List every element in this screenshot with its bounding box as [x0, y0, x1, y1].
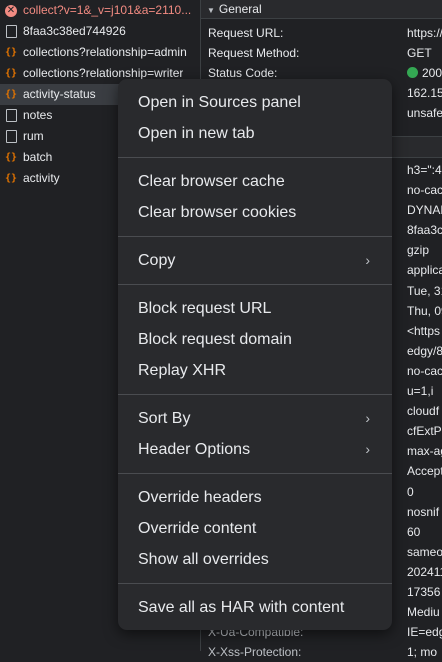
xhr-icon: {}	[4, 68, 18, 79]
expand-triangle-icon[interactable]: ▼	[207, 6, 215, 15]
menu-item-sort-by[interactable]: Sort By ›	[118, 403, 392, 434]
chevron-right-icon: ›	[365, 252, 370, 268]
menu-separator	[118, 473, 392, 474]
menu-item-clear-browser-cache[interactable]: Clear browser cache	[118, 166, 392, 197]
menu-item-replay-xhr[interactable]: Replay XHR	[118, 355, 392, 386]
menu-item-label: Show all overrides	[138, 551, 269, 568]
header-value: Mediu	[407, 605, 440, 620]
header-value: sameo	[407, 544, 442, 559]
menu-item-open-in-new-tab[interactable]: Open in new tab	[118, 118, 392, 149]
xhr-icon: {}	[4, 152, 18, 163]
menu-item-label: Override content	[138, 520, 257, 537]
menu-item-label: Block request domain	[138, 331, 292, 348]
chevron-right-icon: ›	[365, 441, 370, 457]
header-value: Thu, 09	[407, 303, 442, 318]
menu-separator	[118, 236, 392, 237]
header-value: 202411	[407, 564, 442, 579]
general-value: 200	[407, 63, 442, 83]
status-code-value: 200	[422, 66, 442, 80]
general-value: GET	[407, 46, 432, 60]
header-value: gzip	[407, 243, 430, 258]
request-name: batch	[23, 150, 53, 164]
general-row: Request Method: GET	[201, 43, 442, 63]
request-name: activity	[23, 171, 60, 185]
request-row[interactable]: ✕ collect?v=1&_v=j101&a=2110...	[0, 0, 200, 21]
request-name: notes	[23, 108, 53, 122]
header-value: DYNAM	[407, 203, 442, 218]
menu-item-show-all-overrides[interactable]: Show all overrides	[118, 544, 392, 575]
menu-item-clear-browser-cookies[interactable]: Clear browser cookies	[118, 197, 392, 228]
menu-item-header-options[interactable]: Header Options ›	[118, 434, 392, 465]
menu-item-label: Copy	[138, 252, 176, 269]
header-value: edgy/8	[407, 343, 442, 358]
menu-item-label: Clear browser cache	[138, 173, 285, 190]
general-value: 162.15	[407, 86, 442, 100]
menu-item-label: Open in Sources panel	[138, 94, 301, 111]
general-row: Request URL: https://	[201, 23, 442, 43]
request-name: rum	[23, 129, 44, 143]
error-icon: ✕	[5, 4, 17, 17]
general-value: unsafe	[407, 106, 442, 120]
document-icon	[4, 130, 18, 144]
xhr-icon: {}	[4, 47, 18, 58]
header-value: cloudf	[407, 404, 440, 419]
menu-item-override-headers[interactable]: Override headers	[118, 482, 392, 513]
menu-separator	[118, 157, 392, 158]
menu-item-label: Sort By	[138, 410, 191, 427]
general-key: Request Method:	[208, 46, 300, 60]
menu-separator	[118, 284, 392, 285]
header-value: Tue, 31	[407, 283, 442, 298]
header-value: u=1,i	[407, 384, 434, 399]
general-title: General	[218, 2, 262, 16]
menu-item-label: Save all as HAR with content	[138, 599, 345, 616]
menu-separator	[118, 394, 392, 395]
menu-item-block-request-domain[interactable]: Block request domain	[118, 324, 392, 355]
header-value: Accept	[407, 464, 442, 479]
context-menu: Open in Sources panel Open in new tab Clea…	[118, 79, 392, 630]
header-key: X-Xss-Protection:	[208, 645, 302, 659]
request-name: activity-status	[23, 87, 96, 101]
general-value: https://	[407, 26, 442, 40]
request-name: collect?v=1&_v=j101&a=2110...	[23, 3, 192, 17]
menu-separator	[118, 583, 392, 584]
menu-item-block-request-url[interactable]: Block request URL	[118, 293, 392, 324]
chevron-right-icon: ›	[365, 410, 370, 426]
menu-item-label: Block request URL	[138, 300, 272, 317]
header-value: 60	[407, 524, 421, 539]
header-value: 8faa3c	[407, 223, 442, 238]
menu-item-copy[interactable]: Copy ›	[118, 245, 392, 276]
menu-item-open-in-sources-panel[interactable]: Open in Sources panel	[118, 87, 392, 118]
document-icon	[4, 25, 18, 39]
header-value: 0	[407, 484, 414, 499]
header-value: applica	[407, 263, 442, 278]
header-value: 17356	[407, 584, 441, 599]
header-value: h3=":4	[407, 163, 442, 177]
header-value: max-ag	[407, 444, 442, 459]
header-values-column: h3=":4 no-cac DYNAM 8faa3c gzip applica Tue, 3…	[407, 160, 442, 662]
menu-item-override-content[interactable]: Override content	[118, 513, 392, 544]
general-key: Request URL:	[208, 26, 284, 40]
xhr-icon: {}	[4, 173, 18, 184]
request-name: 8faa3c38ed744926	[23, 24, 126, 38]
header-value: IE=edg	[407, 625, 442, 640]
header-value: <https	[407, 323, 441, 338]
menu-item-label: Override headers	[138, 489, 262, 506]
document-icon	[4, 109, 18, 123]
xhr-icon: {}	[4, 89, 18, 100]
request-name: collections?relationship=admin	[23, 45, 187, 59]
menu-item-label: Header Options	[138, 441, 251, 458]
menu-item-save-all-as-har-with-content[interactable]: Save all as HAR with content	[118, 592, 392, 623]
header-value: nosnif	[407, 504, 440, 519]
header-value: no-cac	[407, 363, 442, 378]
request-row[interactable]: 8faa3c38ed744926	[0, 21, 200, 42]
header-value: 1; mo	[407, 645, 438, 660]
general-section-header[interactable]: ▼ General	[201, 0, 442, 19]
request-row[interactable]: {} collections?relationship=admin	[0, 42, 200, 63]
header-value: no-cac	[407, 183, 442, 198]
menu-item-label: Replay XHR	[138, 362, 227, 379]
menu-item-label: Clear browser cookies	[138, 204, 297, 221]
header-value: cfExtP	[407, 424, 442, 439]
status-ok-icon	[407, 67, 418, 78]
menu-item-label: Open in new tab	[138, 125, 255, 142]
